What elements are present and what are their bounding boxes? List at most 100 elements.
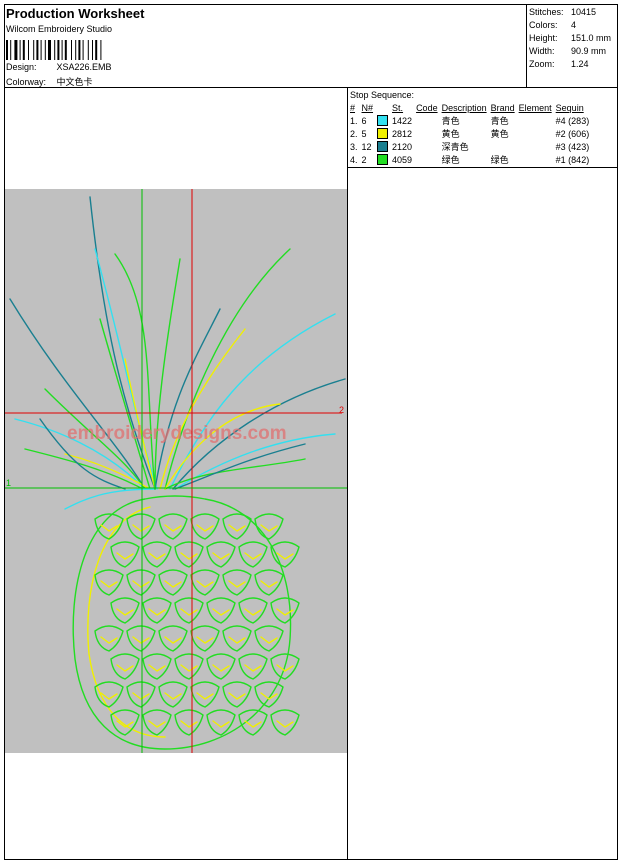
stop-sequin: #2 (606) <box>555 128 590 139</box>
stop-swatch <box>377 140 392 153</box>
fruit-fill-stitch <box>116 552 134 560</box>
fruit-fill-stitch <box>196 524 214 532</box>
fruit-segment-stitch <box>110 541 140 568</box>
fruit-segment-stitch <box>158 625 188 652</box>
fruit-segment-stitch <box>270 541 300 568</box>
fruit-segment-stitch <box>174 541 204 568</box>
fruit-segment-stitch <box>126 625 156 652</box>
stop-description: 黄色 <box>441 129 460 139</box>
fruit-fill-stitch <box>132 580 150 588</box>
page-title: Production Worksheet <box>6 6 145 21</box>
fruit-segment-stitch <box>190 681 220 708</box>
stop-element <box>519 127 556 140</box>
barcode <box>6 40 102 60</box>
fruit-segment-stitch <box>238 709 268 736</box>
stop-description: 青色 <box>441 116 460 126</box>
col-st: St. <box>392 102 404 113</box>
col-element: Element <box>518 102 552 113</box>
col-description: Description <box>441 102 487 113</box>
header-divider <box>526 4 527 88</box>
stop-needle: 12 <box>361 141 372 152</box>
crown-leaf-stitch <box>154 308 221 490</box>
fruit-segment-stitch <box>238 597 268 624</box>
color-swatch <box>377 141 389 153</box>
fruit-fill-stitch <box>260 580 278 588</box>
stop-row: 1. 6 1422 青色 青色 #4 (283) <box>350 114 593 127</box>
fruit-fill-stitch <box>180 552 198 560</box>
fruit-fill-stitch <box>228 524 246 532</box>
fruit-segment-stitch <box>254 625 284 652</box>
stat-width: Width: 90.9 mm <box>529 46 607 56</box>
fruit-segment-stitch <box>94 569 124 596</box>
fruit-segment-stitch <box>158 569 188 596</box>
stop-sequin: #4 (283) <box>555 115 590 126</box>
stop-brand: 黄色 <box>490 129 509 139</box>
fruit-fill-stitch <box>196 636 214 644</box>
fruit-segment-stitch <box>190 625 220 652</box>
fruit-segment-stitch <box>142 541 172 568</box>
crosshair-marker-1: 1 <box>6 478 11 488</box>
stop-element <box>519 140 556 153</box>
stop-brand: 绿色 <box>490 155 509 165</box>
stop-stitches: 4059 <box>392 154 413 165</box>
fruit-segment-stitch <box>94 513 124 540</box>
fruit-segment-stitch <box>270 709 300 736</box>
software-name: Wilcom Embroidery Studio <box>6 24 113 34</box>
fruit-segment-stitch <box>142 597 172 624</box>
fruit-segment-stitch <box>126 681 156 708</box>
stop-row: 4. 2 4059 绿色 绿色 #1 (842) <box>350 153 593 166</box>
stat-stitches: Stitches: 10415 <box>529 7 597 17</box>
fruit-segment-stitch <box>206 653 236 680</box>
design-value: XSA226.EMB <box>56 62 112 72</box>
fruit-segment-stitch <box>158 513 188 540</box>
stop-num: 1. <box>350 115 358 126</box>
fruit-fill-stitch <box>228 692 246 700</box>
col-swatch <box>377 101 392 114</box>
stop-description: 深青色 <box>441 142 469 152</box>
stop-sequence-caption: Stop Sequence: <box>350 90 415 100</box>
color-swatch <box>377 115 389 127</box>
fruit-segment-stitch <box>206 541 236 568</box>
fruit-fill-stitch <box>132 692 150 700</box>
col-n: N# <box>361 102 374 113</box>
stop-row: 3. 12 2120 深青色 #3 (423) <box>350 140 593 153</box>
stop-swatch <box>377 153 392 166</box>
stops-bottom-rule <box>347 167 618 168</box>
stop-brand <box>491 140 519 153</box>
fruit-fill-stitch <box>244 664 262 672</box>
watermark-text: embroiderydesigns.com <box>67 423 287 444</box>
stop-code <box>416 127 442 140</box>
stop-sequence: Stop Sequence: # N# St. Code Description… <box>350 89 616 166</box>
fruit-segment-stitch <box>94 681 124 708</box>
fruit-segment-stitch <box>174 597 204 624</box>
fruit-segment-stitch <box>110 653 140 680</box>
fruit-segment-stitch <box>174 653 204 680</box>
crosshair-marker-2: 2 <box>339 405 344 415</box>
fruit-segment-stitch <box>222 569 252 596</box>
header-info: Production Worksheet Wilcom Embroidery S… <box>6 6 526 88</box>
fruit-fill-stitch <box>164 692 182 700</box>
stop-brand: 青色 <box>490 116 509 126</box>
fruit-fill-stitch <box>212 720 230 728</box>
fruit-segment-stitch <box>126 569 156 596</box>
fruit-fill-stitch <box>164 580 182 588</box>
fruit-segment-stitch <box>110 597 140 624</box>
stop-sequin: #3 (423) <box>555 141 590 152</box>
fruit-fill-stitch <box>116 720 134 728</box>
fruit-fill-stitch <box>164 524 182 532</box>
fruit-fill-stitch <box>212 664 230 672</box>
stop-num: 2. <box>350 128 358 139</box>
pineapple-embroidery-preview: embroiderydesigns.com 2 1 <box>5 189 347 753</box>
fruit-fill-stitch <box>244 720 262 728</box>
fruit-fill-stitch <box>100 580 118 588</box>
stop-num: 3. <box>350 141 358 152</box>
stop-code <box>416 153 442 166</box>
colorway-label: Colorway: <box>6 77 47 87</box>
fruit-fill-stitch <box>148 664 166 672</box>
fruit-fill-stitch <box>164 636 182 644</box>
color-swatch <box>377 128 389 140</box>
fruit-fill-stitch <box>228 580 246 588</box>
stop-needle: 2 <box>361 154 367 165</box>
fruit-fill-stitch <box>100 636 118 644</box>
stop-code <box>416 114 442 127</box>
